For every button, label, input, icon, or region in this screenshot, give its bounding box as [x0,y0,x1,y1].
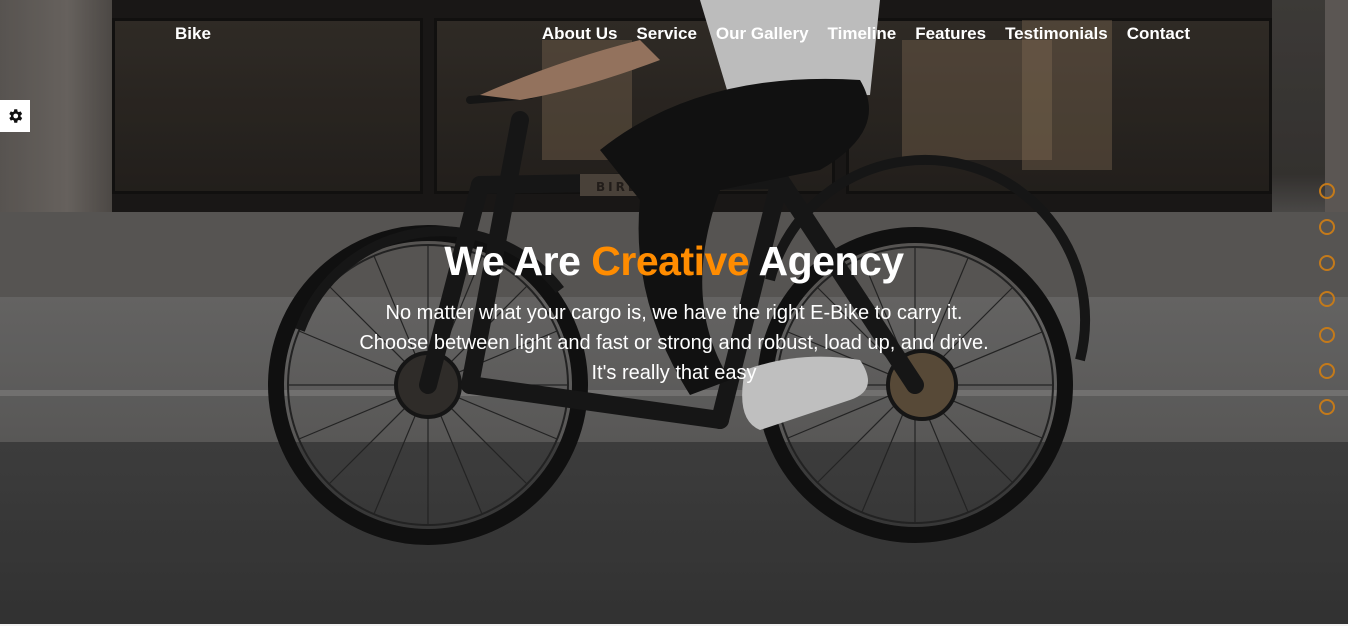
gear-icon [9,109,23,123]
settings-toggle-button[interactable] [0,100,30,132]
section-dot-nav [1319,183,1335,415]
headline-part-1: We Are [444,238,581,284]
section-dot-6[interactable] [1319,363,1335,379]
nav-testimonials[interactable]: Testimonials [1005,24,1108,44]
section-dot-3[interactable] [1319,255,1335,271]
nav-our-gallery[interactable]: Our Gallery [716,24,809,44]
section-dot-5[interactable] [1319,327,1335,343]
section-dot-2[interactable] [1319,219,1335,235]
nav-service[interactable]: Service [636,24,697,44]
hero-subtext-line-1: No matter what your cargo is, we have th… [385,302,963,324]
section-dot-4[interactable] [1319,291,1335,307]
hero-subtext: No matter what your cargo is, we have th… [0,298,1348,388]
hero-headline: We Are Creative Agency [0,238,1348,285]
section-dot-1[interactable] [1319,183,1335,199]
section-dot-7[interactable] [1319,399,1335,415]
brand-logo[interactable]: Bike [175,24,211,44]
nav-features[interactable]: Features [915,24,986,44]
headline-accent: Creative [591,238,750,284]
hero-subtext-line-3: It's really that easy [591,362,757,384]
hero-subtext-line-2: Choose between light and fast or strong … [359,332,989,354]
nav-timeline[interactable]: Timeline [828,24,897,44]
nav-about-us[interactable]: About Us [542,24,618,44]
main-nav: About Us Service Our Gallery Timeline Fe… [542,24,1190,44]
headline-part-2: Agency [758,238,905,284]
nav-contact[interactable]: Contact [1127,24,1190,44]
